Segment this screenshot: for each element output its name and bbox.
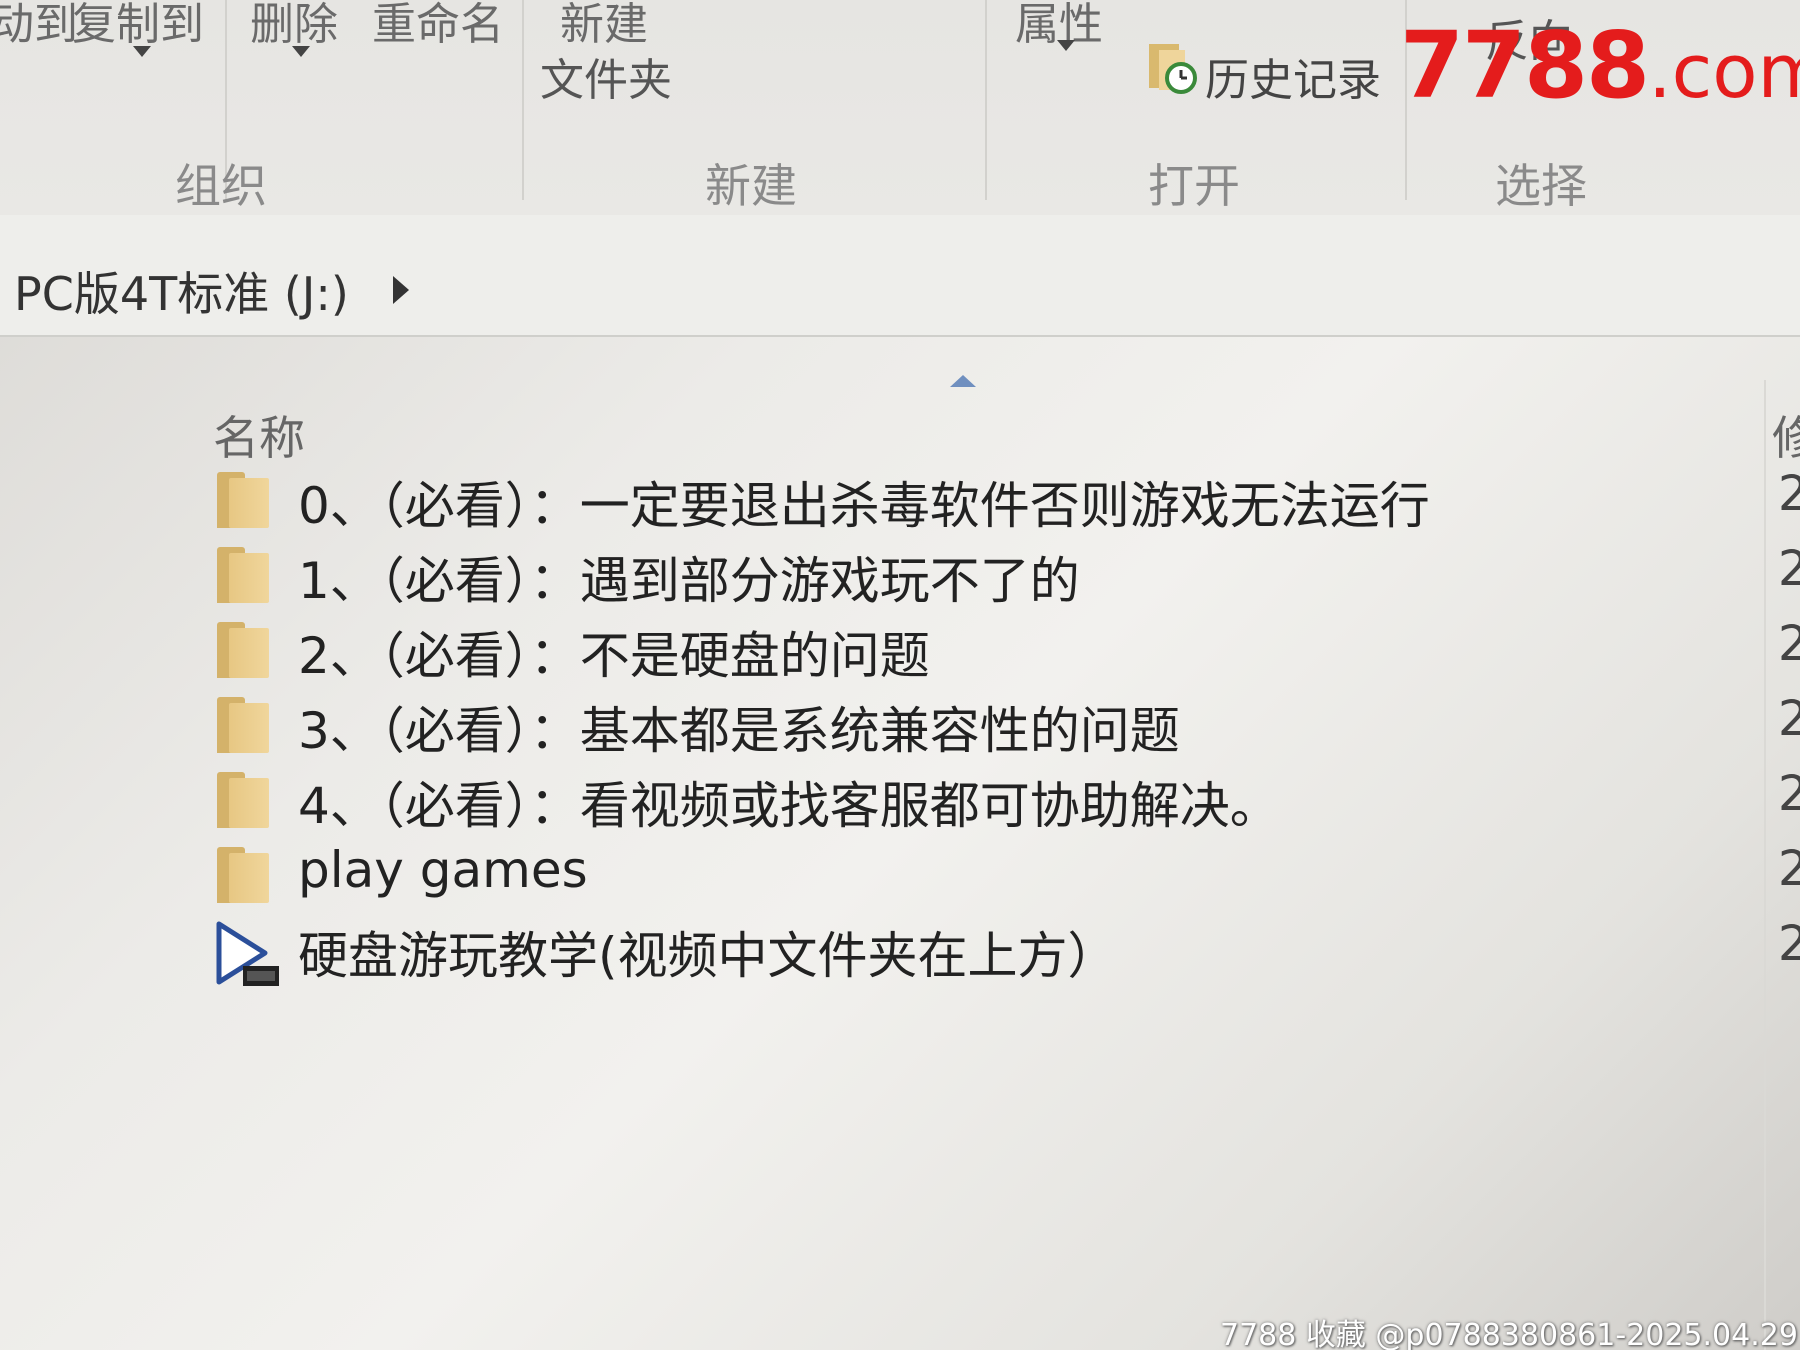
properties-dropdown-icon[interactable] [1057,40,1075,51]
file-row[interactable]: 硬盘游玩教学(视频中文件夹在上方） 2 [213,908,1800,988]
file-name: 2、（必看）：不是硬盘的问题 [298,627,930,685]
delete-button[interactable]: 删除 [250,0,338,52]
file-date: 2 [1778,541,1800,597]
folder-icon [213,472,271,528]
ribbon-separator [522,0,524,200]
file-row[interactable]: 1、（必看）：遇到部分游戏玩不了的 2 [213,533,1800,613]
file-name: play games [298,841,588,899]
file-date: 2 [1778,841,1800,897]
history-icon[interactable] [1145,40,1201,96]
copy-to-button[interactable]: 复制到 [72,0,204,52]
breadcrumb-chevron-icon[interactable] [393,276,409,304]
delete-dropdown-icon[interactable] [292,46,310,57]
folder-icon [213,847,271,903]
folder-icon [213,697,271,753]
group-label-select: 选择 [1495,159,1587,213]
folder-icon [213,772,271,828]
file-row[interactable]: 2、（必看）：不是硬盘的问题 2 [213,608,1800,688]
file-row[interactable]: 4、（必看）：看视频或找客服都可协助解决。 2 [213,758,1800,838]
file-date: 2 [1778,466,1800,522]
file-date: 2 [1778,916,1800,972]
video-file-icon [213,920,283,990]
file-date: 2 [1778,616,1800,672]
watermark-bottom: 7788 收藏 @p0788380861-2025.04.29 [1220,1318,1798,1350]
file-row[interactable]: play games 2 [213,833,1800,913]
file-name: 4、（必看）：看视频或找客服都可协助解决。 [298,777,1280,835]
file-name: 3、（必看）：基本都是系统兼容性的问题 [298,702,1180,760]
file-row[interactable]: 0、（必看）：一定要退出杀毒软件否则游戏无法运行 2 [213,458,1800,538]
watermark-logo: 7788.com [1400,12,1800,119]
file-date: 2 [1778,691,1800,747]
watermark-logo-suffix: .com [1648,29,1800,115]
sort-ascending-icon [950,375,976,387]
history-button[interactable]: 历史记录 [1205,44,1381,108]
new-folder-button-line2[interactable]: 文件夹 [540,44,672,108]
file-name: 1、（必看）：遇到部分游戏玩不了的 [298,552,1080,610]
watermark-logo-main: 7788 [1400,12,1650,119]
group-label-organize: 组织 [175,159,267,213]
file-name: 0、（必看）：一定要退出杀毒软件否则游戏无法运行 [298,477,1430,535]
screen: 动到 复制到 删除 重命名 组织 新建 文件夹 新建 属性 历史记录 反向 打开 [0,0,1800,1350]
move-to-button[interactable]: 动到 [0,0,78,52]
file-name: 硬盘游玩教学(视频中文件夹在上方） [298,927,1118,985]
file-row[interactable]: 3、（必看）：基本都是系统兼容性的问题 2 [213,683,1800,763]
file-date: 2 [1778,766,1800,822]
rename-button[interactable]: 重命名 [372,0,504,52]
copy-to-dropdown-icon[interactable] [133,46,151,57]
group-label-open: 打开 [1148,159,1240,213]
breadcrumb-drive[interactable]: PC版4T标准 (J:) [14,258,349,324]
ribbon-separator [985,0,987,200]
group-label-new: 新建 [705,159,797,213]
folder-icon [213,622,271,678]
folder-icon [213,547,271,603]
